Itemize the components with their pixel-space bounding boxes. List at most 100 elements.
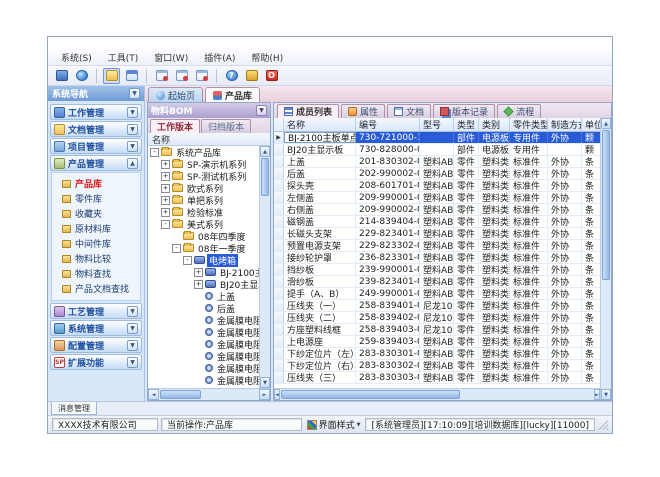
current-row-marker[interactable]: ▶ [274, 132, 284, 143]
table-row[interactable]: ▶BJ-2100主板单点730-721000-12E部件电源板专用件外协颗 [274, 132, 600, 144]
table-row[interactable]: 提手（A、B）249-990001-01E塑料ABS零件塑料类标准件外协条 [274, 288, 600, 300]
table-scroll-thumb[interactable] [602, 130, 610, 280]
menu-item-1[interactable]: 工具(T) [101, 50, 146, 65]
row-selector[interactable] [274, 324, 284, 335]
expand-icon[interactable]: + [161, 160, 170, 169]
menu-item-0[interactable]: 系统(S) [54, 50, 99, 65]
expand-icon[interactable]: + [194, 280, 203, 289]
row-selector[interactable] [274, 156, 284, 167]
row-selector[interactable] [274, 216, 284, 227]
table-horizontal-scrollbar[interactable]: ◄ ► [274, 388, 600, 400]
sidebar-item-物料查找[interactable]: 物料查找 [52, 266, 140, 281]
tree-node-BJ20主显示板[interactable]: +BJ20主显示板 [148, 278, 259, 290]
resize-grip[interactable] [598, 420, 608, 430]
expand-icon[interactable]: + [194, 268, 203, 277]
row-selector[interactable] [274, 192, 284, 203]
report-delete-icon[interactable] [193, 68, 210, 84]
row-selector[interactable] [274, 312, 284, 323]
row-selector[interactable] [274, 288, 284, 299]
collapse-icon[interactable]: - [183, 256, 192, 265]
tree-node-金属膜电阻器[interactable]: +金属膜电阻器 [148, 326, 259, 338]
chevron-down-icon[interactable]: ▼ [127, 323, 138, 334]
tab-文档[interactable]: 文档 [387, 104, 431, 118]
scroll-left-icon[interactable]: ◄ [274, 389, 280, 400]
chevron-down-icon[interactable]: ▼ [127, 124, 138, 135]
collapse-icon[interactable]: - [172, 244, 181, 253]
sidebar-item-原材料库[interactable]: 原材料库 [52, 221, 140, 236]
chevron-down-icon[interactable]: ▼ [127, 340, 138, 351]
tree-node-SP-测试机系列[interactable]: +SP-测试机系列 [148, 170, 259, 182]
table-row[interactable]: 上电源座259-839403-00E塑料ABS零件塑料类标准件外协条 [274, 336, 600, 348]
row-selector[interactable] [274, 348, 284, 359]
sidebar-item-中间件库[interactable]: 中间件库 [52, 236, 140, 251]
monitor-icon[interactable] [53, 68, 70, 84]
sidebar-item-产品文档查找[interactable]: 产品文档查找 [52, 281, 140, 296]
table-row[interactable]: 挡纱板239-990001-01E塑料ABS零件塑料类标准件外协条 [274, 264, 600, 276]
column-header-类别[interactable]: 类别 [479, 118, 510, 131]
column-header-零件类型[interactable]: 零件类型 [510, 118, 548, 131]
chevron-down-icon[interactable]: ▼ [127, 107, 138, 118]
tree-node-金属膜电阻器[interactable]: +金属膜电阻器 [148, 374, 259, 386]
sidebar-item-零件库[interactable]: 零件库 [52, 191, 140, 206]
chevron-down-icon[interactable]: ▼ [127, 357, 138, 368]
table-row[interactable]: 接纱轮护罩236-823301-00E塑料ABS零件塑料类标准件外协条 [274, 252, 600, 264]
table-row[interactable]: 下纱定位片（左）283-830301-00E塑料ABS零件塑料类标准件外协条 [274, 348, 600, 360]
menu-item-4[interactable]: 帮助(H) [244, 50, 290, 65]
tab-属性[interactable]: 属性 [341, 104, 385, 118]
tree-node-金属膜电阻器[interactable]: +金属膜电阻器 [148, 350, 259, 362]
expand-icon[interactable]: + [161, 172, 170, 181]
row-selector[interactable] [274, 228, 284, 239]
tab-归档版本[interactable]: 归档版本 [201, 119, 251, 133]
chevron-down-icon[interactable]: ▼ [127, 141, 138, 152]
row-selector[interactable] [274, 168, 284, 179]
tree-node-欧式系列[interactable]: +欧式系列 [148, 182, 259, 194]
table-row[interactable]: 长磁头支架229-823401-00E塑料ABS零件塑料类标准件外协条 [274, 228, 600, 240]
table-row[interactable]: 压线夹（三）283-830303-00E塑料ABS零件塑料类标准件外协条 [274, 372, 600, 384]
tree-node-金属膜电阻器[interactable]: +金属膜电阻器 [148, 338, 259, 350]
tab-工作版本[interactable]: 工作版本 [150, 119, 200, 133]
sidebar-item-产品库[interactable]: 产品库 [52, 176, 140, 191]
scroll-right-icon[interactable]: ► [594, 389, 600, 400]
globe-icon[interactable] [73, 68, 90, 84]
tree-node-上盖[interactable]: +上盖 [148, 290, 259, 302]
sidebar-collapse-button[interactable]: ▼ [129, 88, 140, 99]
sidebar-section-扩展功能[interactable]: SP扩展功能▼ [50, 354, 142, 370]
table-row[interactable]: 压线夹（二）258-839402-00E尼龙1010零件塑料类标准件外协条 [274, 312, 600, 324]
table-row[interactable]: 探头壳208-601701-01E塑料ABS零件塑料类标准件外协条 [274, 180, 600, 192]
tree-node-检验标准[interactable]: +检验标准 [148, 206, 259, 218]
table-row[interactable]: 左侧盖209-990001-01E塑料ABS零件塑料类标准件外协条 [274, 192, 600, 204]
exit-icon[interactable]: O [263, 68, 280, 84]
row-selector[interactable] [274, 300, 284, 311]
row-selector[interactable] [274, 372, 284, 383]
tree-hscroll-thumb[interactable] [160, 390, 201, 399]
row-selector[interactable] [274, 264, 284, 275]
tab-产品库[interactable]: 产品库 [205, 87, 260, 102]
table-row[interactable]: 右侧盖209-990002-01E塑料ABS零件塑料类标准件外协条 [274, 204, 600, 216]
table-hscroll-thumb[interactable] [281, 390, 460, 399]
table-row[interactable]: 后盖202-990002-01E塑料ABS零件塑料类标准件外协条 [274, 168, 600, 180]
ui-style-selector[interactable]: 界面样式 ▼ [305, 418, 363, 431]
scroll-up-icon[interactable]: ▲ [601, 118, 611, 129]
scroll-left-icon[interactable]: ◄ [148, 389, 159, 400]
sidebar-item-物料比较[interactable]: 物料比较 [52, 251, 140, 266]
table-row[interactable]: BJ20主显示板730-828000-04E部件电源板专用件颗 [274, 144, 600, 156]
column-header-类型[interactable]: 类型 [454, 118, 479, 131]
tab-版本记录[interactable]: 版本记录 [433, 104, 495, 118]
report-edit-icon[interactable] [173, 68, 190, 84]
sidebar-section-文档管理[interactable]: 文档管理▼ [50, 121, 142, 137]
table-row[interactable]: 预置电源支架229-823302-00E塑料ABS零件塑料类标准件外协条 [274, 240, 600, 252]
column-header-编号[interactable]: 编号 [356, 118, 420, 131]
table-row[interactable]: 上盖201-830302-00E塑料ABS零件塑料类标准件外协条 [274, 156, 600, 168]
menu-item-2[interactable]: 窗口(W) [147, 50, 195, 65]
tree-node-后盖[interactable]: +后盖 [148, 302, 259, 314]
tree-node-美式系列[interactable]: -美式系列 [148, 218, 259, 230]
table-vertical-scrollbar[interactable]: ▲ ▼ [600, 118, 611, 400]
scroll-down-icon[interactable]: ▼ [601, 389, 611, 400]
sidebar-section-配置管理[interactable]: 配置管理▼ [50, 337, 142, 353]
expand-icon[interactable]: + [161, 184, 170, 193]
table-row[interactable]: 滑纱板239-823401-00E塑料ABS零件塑料类标准件外协条 [274, 276, 600, 288]
bom-panel-pin-button[interactable]: ▼ [256, 105, 267, 116]
column-header-单位[interactable]: 单位 [582, 118, 600, 131]
column-header-制造方式[interactable]: 制造方式 [548, 118, 582, 131]
table-row[interactable]: 磁钢盖214-839404-01E塑料ABS零件塑料类标准件外协条 [274, 216, 600, 228]
